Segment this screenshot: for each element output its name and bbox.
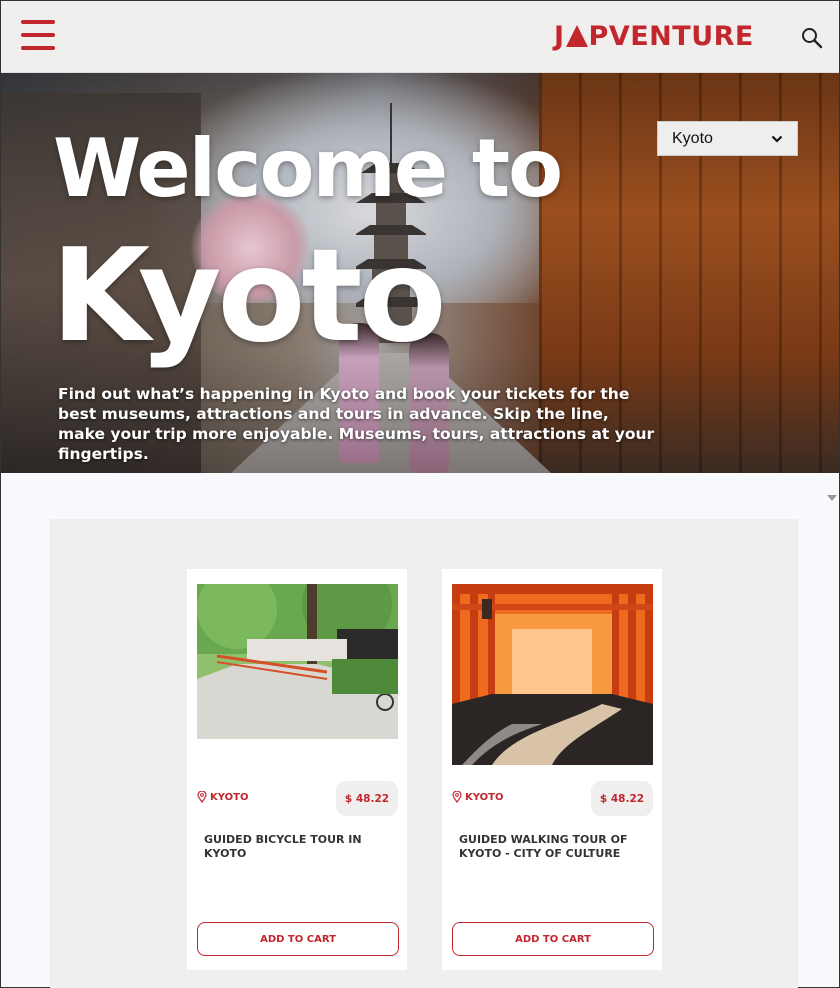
product-location-label: KYOTO [210, 791, 249, 803]
product-location: KYOTO [197, 791, 248, 803]
logo-text-end: PVENTURE [588, 21, 754, 52]
location-pin-icon [452, 791, 462, 803]
city-select-value: Kyoto [672, 129, 713, 147]
top-header: J PVENTURE [1, 1, 839, 73]
product-list: KYOTO $ 48.22 GUIDED BICYCLE TOUR IN KYO… [50, 519, 798, 988]
product-image-bicycle-tour[interactable] [197, 584, 398, 765]
hero-title-welcome: Welcome to [53, 122, 563, 215]
brand-logo[interactable]: J PVENTURE [554, 21, 754, 52]
chevron-down-icon [771, 135, 783, 143]
add-to-cart-button[interactable]: ADD TO CART [452, 922, 654, 956]
product-location: KYOTO [452, 791, 503, 803]
hero-description: Find out what’s happening in Kyoto and b… [58, 385, 655, 463]
product-image-walking-tour[interactable] [452, 584, 653, 765]
hero-title-city: Kyoto [51, 222, 446, 371]
search-icon[interactable] [800, 26, 824, 50]
hero-banner: Welcome to Kyoto Find out what’s happeni… [1, 73, 839, 473]
location-pin-icon [197, 791, 207, 803]
city-select-dropdown[interactable]: Kyoto [657, 121, 798, 156]
product-card: KYOTO $ 48.22 GUIDED BICYCLE TOUR IN KYO… [187, 569, 407, 970]
scroll-down-arrow-icon[interactable] [827, 495, 837, 501]
product-price: $ 48.22 [591, 781, 653, 816]
product-title[interactable]: GUIDED BICYCLE TOUR IN KYOTO [204, 833, 394, 861]
mountain-icon [565, 24, 588, 47]
product-price: $ 48.22 [336, 781, 398, 816]
product-card: KYOTO $ 48.22 GUIDED WALKING TOUR OF KYO… [442, 569, 662, 970]
add-to-cart-button[interactable]: ADD TO CART [197, 922, 399, 956]
hamburger-menu-icon[interactable] [21, 20, 55, 50]
logo-text-start: J [554, 21, 565, 52]
product-location-label: KYOTO [465, 791, 504, 803]
product-title[interactable]: GUIDED WALKING TOUR OF KYOTO - CITY OF C… [459, 833, 649, 861]
